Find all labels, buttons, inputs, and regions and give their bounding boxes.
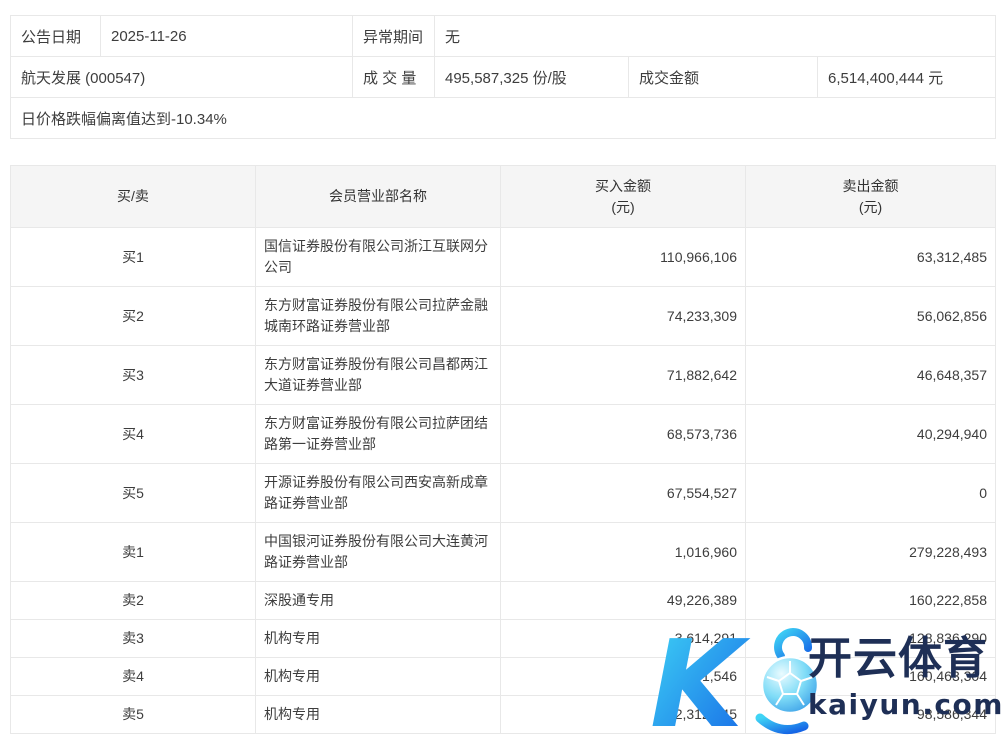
table-row: 卖1中国银河证券股份有限公司大连黄河路证券营业部1,016,960279,228… (11, 523, 996, 582)
row-buy-amount-cell: 110,966,106 (501, 228, 746, 287)
header-sell-amount: 卖出金额 (元) (746, 166, 996, 228)
row-branch-cell: 东方财富证券股份有限公司拉萨团结路第一证券营业部 (256, 405, 501, 464)
stock-name: 航天发展 (000547) (11, 57, 353, 98)
header-side: 买/卖 (11, 166, 256, 228)
row-sell-amount-cell: 98,586,344 (746, 696, 996, 734)
row-sell-amount-cell: 0 (746, 464, 996, 523)
info-row-date: 公告日期 2025-11-26 异常期间 无 (11, 16, 996, 57)
row-sell-amount-cell: 40,294,940 (746, 405, 996, 464)
row-branch-cell: 国信证券股份有限公司浙江互联网分公司 (256, 228, 501, 287)
turnover-value: 6,514,400,444 元 (818, 57, 996, 98)
row-side-cell: 买4 (11, 405, 256, 464)
row-sell-amount-cell: 160,222,858 (746, 582, 996, 620)
table-row: 买2东方财富证券股份有限公司拉萨金融城南环路证券营业部74,233,30956,… (11, 287, 996, 346)
abnormal-period-label: 异常期间 (353, 16, 435, 57)
volume-value: 495,587,325 份/股 (435, 57, 629, 98)
table-header-row: 买/卖 会员营业部名称 买入金额 (元) 卖出金额 (元) (11, 166, 996, 228)
row-sell-amount-cell: 56,062,856 (746, 287, 996, 346)
row-branch-cell: 机构专用 (256, 658, 501, 696)
row-sell-amount-cell: 128,836,290 (746, 620, 996, 658)
row-branch-cell: 机构专用 (256, 696, 501, 734)
row-side-cell: 买1 (11, 228, 256, 287)
row-branch-cell: 东方财富证券股份有限公司昌都两江大道证券营业部 (256, 346, 501, 405)
row-buy-amount-cell: 68,573,736 (501, 405, 746, 464)
row-branch-cell: 中国银河证券股份有限公司大连黄河路证券营业部 (256, 523, 501, 582)
announcement-date-value: 2025-11-26 (101, 16, 353, 57)
announcement-date-label: 公告日期 (11, 16, 101, 57)
row-buy-amount-cell: 67,554,527 (501, 464, 746, 523)
row-side-cell: 买2 (11, 287, 256, 346)
row-buy-amount-cell: 12,312,445 (501, 696, 746, 734)
row-buy-amount-cell: 3,614,291 (501, 620, 746, 658)
deviation-note: 日价格跌幅偏离值达到-10.34% (11, 98, 996, 139)
table-row: 买3东方财富证券股份有限公司昌都两江大道证券营业部71,882,64246,64… (11, 346, 996, 405)
table-row: 买4东方财富证券股份有限公司拉萨团结路第一证券营业部68,573,73640,2… (11, 405, 996, 464)
header-buy-amount: 买入金额 (元) (501, 166, 746, 228)
row-side-cell: 买5 (11, 464, 256, 523)
table-row: 卖5机构专用12,312,44598,586,344 (11, 696, 996, 734)
row-buy-amount-cell: 71,882,642 (501, 346, 746, 405)
row-buy-amount-cell: 1,016,960 (501, 523, 746, 582)
row-side-cell: 卖4 (11, 658, 256, 696)
table-row: 卖2深股通专用49,226,389160,222,858 (11, 582, 996, 620)
table-body: 买1国信证券股份有限公司浙江互联网分公司110,966,10663,312,48… (11, 228, 996, 734)
row-side-cell: 卖2 (11, 582, 256, 620)
turnover-label: 成交金额 (629, 57, 818, 98)
table-row: 卖3机构专用3,614,291128,836,290 (11, 620, 996, 658)
row-side-cell: 买3 (11, 346, 256, 405)
info-row-volume: 航天发展 (000547) 成 交 量 495,587,325 份/股 成交金额… (11, 57, 996, 98)
header-buy-line1: 买入金额 (502, 176, 744, 196)
header-sell-line2: (元) (747, 197, 994, 217)
row-side-cell: 卖1 (11, 523, 256, 582)
row-buy-amount-cell: 16,661,546 (501, 658, 746, 696)
row-sell-amount-cell: 279,228,493 (746, 523, 996, 582)
volume-label: 成 交 量 (353, 57, 435, 98)
row-branch-cell: 开源证券股份有限公司西安高新成章路证券营业部 (256, 464, 501, 523)
row-sell-amount-cell: 63,312,485 (746, 228, 996, 287)
info-row-deviation: 日价格跌幅偏离值达到-10.34% (11, 98, 996, 139)
table-row: 买5开源证券股份有限公司西安高新成章路证券营业部67,554,5270 (11, 464, 996, 523)
header-buy-line2: (元) (502, 197, 744, 217)
lhb-table: 买/卖 会员营业部名称 买入金额 (元) 卖出金额 (元) 买1国信证券股份有限… (10, 165, 996, 734)
row-buy-amount-cell: 74,233,309 (501, 287, 746, 346)
row-branch-cell: 东方财富证券股份有限公司拉萨金融城南环路证券营业部 (256, 287, 501, 346)
row-side-cell: 卖5 (11, 696, 256, 734)
row-sell-amount-cell: 160,463,304 (746, 658, 996, 696)
table-row: 买1国信证券股份有限公司浙江互联网分公司110,966,10663,312,48… (11, 228, 996, 287)
header-branch: 会员营业部名称 (256, 166, 501, 228)
stock-info-panel: 公告日期 2025-11-26 异常期间 无 航天发展 (000547) 成 交… (10, 15, 996, 139)
row-branch-cell: 深股通专用 (256, 582, 501, 620)
table-row: 卖4机构专用16,661,546160,463,304 (11, 658, 996, 696)
row-branch-cell: 机构专用 (256, 620, 501, 658)
header-sell-line1: 卖出金额 (747, 176, 994, 196)
row-sell-amount-cell: 46,648,357 (746, 346, 996, 405)
row-buy-amount-cell: 49,226,389 (501, 582, 746, 620)
row-side-cell: 卖3 (11, 620, 256, 658)
abnormal-period-value: 无 (435, 16, 996, 57)
